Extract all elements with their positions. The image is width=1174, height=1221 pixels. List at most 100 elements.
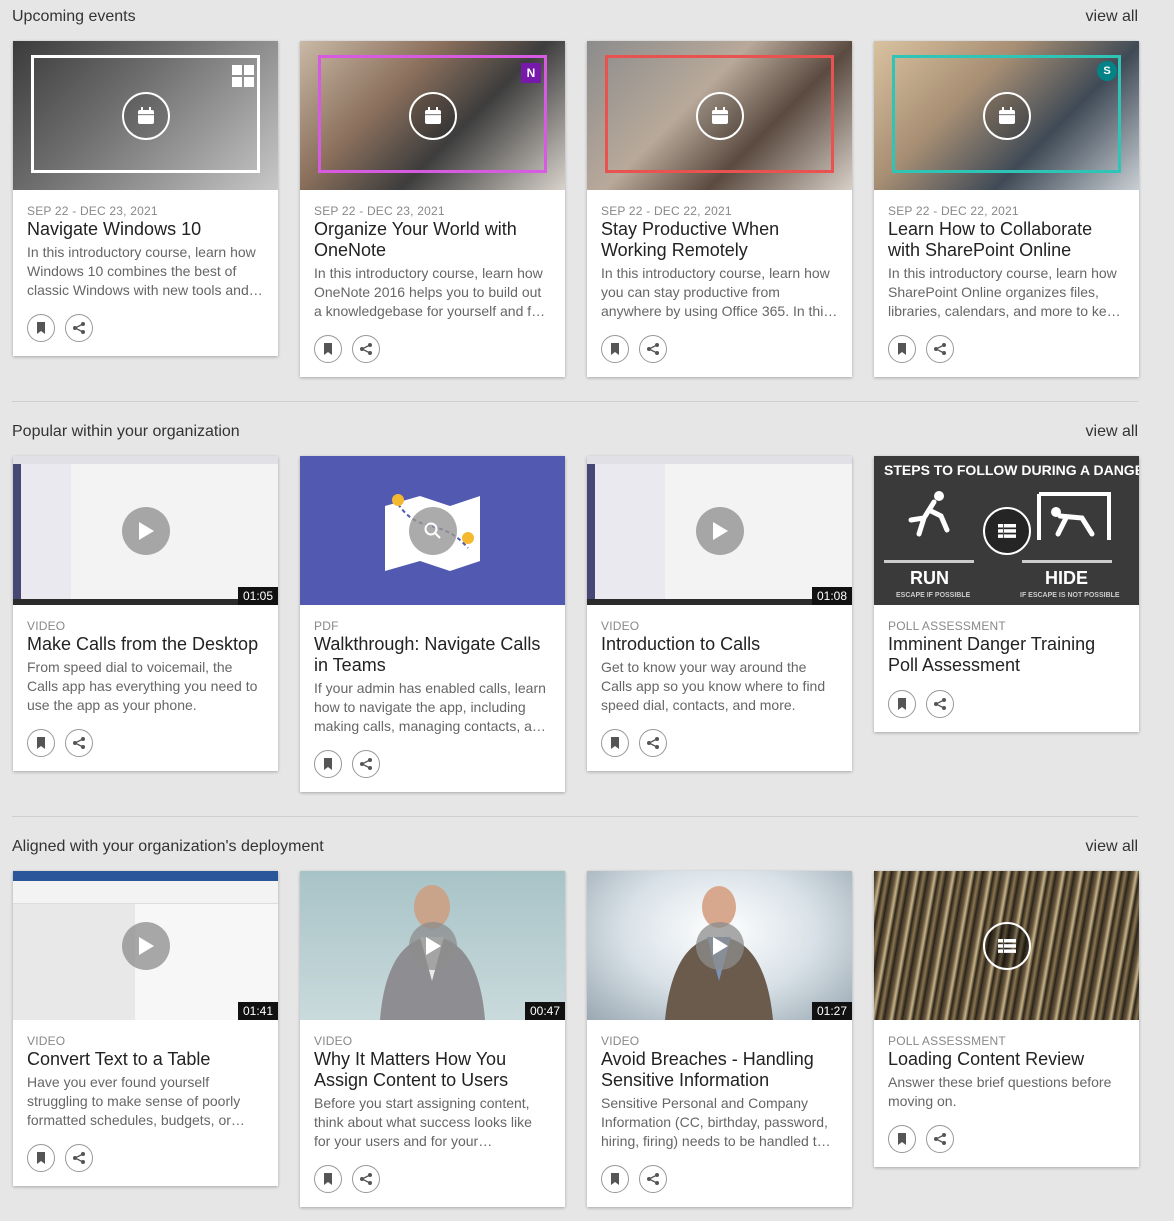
card-title[interactable]: Convert Text to a Table xyxy=(27,1049,264,1070)
card-type: VIDEO xyxy=(27,619,66,633)
card-title[interactable]: Learn How to Collaborate with SharePoint… xyxy=(888,219,1125,261)
word-ribbon xyxy=(13,881,278,904)
card-type: PDF xyxy=(314,619,339,633)
share-icon xyxy=(360,343,372,355)
view-all-link[interactable]: view all xyxy=(1086,423,1138,441)
card-title[interactable]: Navigate Windows 10 xyxy=(27,219,264,240)
card-type: POLL ASSESSMENT xyxy=(888,1034,1006,1048)
event-card[interactable]: SEP 22 - DEC 22, 2021 Stay Productive Wh… xyxy=(587,41,852,377)
card-title[interactable]: Avoid Breaches - Handling Sensitive Info… xyxy=(601,1049,838,1091)
share-button[interactable] xyxy=(352,1165,380,1193)
play-button[interactable] xyxy=(695,506,744,555)
card-title[interactable]: Imminent Danger Training Poll Assessment xyxy=(888,634,1125,676)
section-header: Aligned with your organization's deploym… xyxy=(12,838,1138,858)
word-titlebar xyxy=(13,871,278,881)
poster-heading: STEPS TO FOLLOW DURING A DANGE xyxy=(884,462,1139,478)
share-button[interactable] xyxy=(926,690,954,718)
share-button[interactable] xyxy=(639,335,667,363)
bookmark-button[interactable] xyxy=(888,335,916,363)
bookmark-icon xyxy=(611,737,619,749)
content-card[interactable]: 01:41 VIDEO Convert Text to a Table Have… xyxy=(13,871,278,1186)
content-card[interactable]: PDF Walkthrough: Navigate Calls in Teams… xyxy=(300,456,565,792)
share-icon xyxy=(73,322,85,334)
card-thumbnail[interactable]: 01:08 xyxy=(587,456,852,605)
card-description: Sensitive Personal and Company Informati… xyxy=(601,1095,833,1149)
bookmark-button[interactable] xyxy=(601,1165,629,1193)
card-date: SEP 22 - DEC 22, 2021 xyxy=(601,204,732,218)
bookmark-icon xyxy=(898,343,906,355)
share-button[interactable] xyxy=(352,335,380,363)
card-thumbnail[interactable] xyxy=(13,41,278,190)
card-title[interactable]: Loading Content Review xyxy=(888,1049,1125,1070)
bookmark-button[interactable] xyxy=(314,335,342,363)
event-card[interactable]: S SEP 22 - DEC 22, 2021 Learn How to Col… xyxy=(874,41,1139,377)
share-button[interactable] xyxy=(352,750,380,778)
share-button[interactable] xyxy=(926,1125,954,1153)
card-thumbnail[interactable] xyxy=(300,456,565,605)
share-button[interactable] xyxy=(65,1144,93,1172)
play-button[interactable] xyxy=(695,921,744,970)
card-thumbnail[interactable]: 00:47 xyxy=(300,871,565,1020)
card-title[interactable]: Why It Matters How You Assign Content to… xyxy=(314,1049,551,1091)
content-card[interactable]: STEPS TO FOLLOW DURING A DANGE RUN ESCAP… xyxy=(874,456,1139,732)
hiding-person-icon xyxy=(1037,492,1111,540)
play-button[interactable] xyxy=(121,506,170,555)
card-description: If your admin has enabled calls, learn h… xyxy=(314,680,548,734)
bookmark-button[interactable] xyxy=(888,1125,916,1153)
share-button[interactable] xyxy=(639,729,667,757)
card-title[interactable]: Walkthrough: Navigate Calls in Teams xyxy=(314,634,551,676)
bookmark-button[interactable] xyxy=(601,729,629,757)
poll-list-icon xyxy=(982,921,1031,970)
bookmark-icon xyxy=(37,737,45,749)
bookmark-button[interactable] xyxy=(888,690,916,718)
card-title[interactable]: Make Calls from the Desktop xyxy=(27,634,264,655)
running-person-icon xyxy=(908,491,950,537)
view-all-link[interactable]: view all xyxy=(1086,8,1138,26)
card-title[interactable]: Introduction to Calls xyxy=(601,634,838,655)
bookmark-icon xyxy=(324,1173,332,1185)
bookmark-button[interactable] xyxy=(314,750,342,778)
share-icon xyxy=(934,1133,946,1145)
onenote-logo-icon: N xyxy=(521,63,541,83)
card-thumbnail[interactable] xyxy=(587,41,852,190)
card-title[interactable]: Stay Productive When Working Remotely xyxy=(601,219,838,261)
share-button[interactable] xyxy=(65,314,93,342)
bookmark-button[interactable] xyxy=(27,314,55,342)
bookmark-icon xyxy=(898,1133,906,1145)
card-title[interactable]: Organize Your World with OneNote xyxy=(314,219,551,261)
card-date: SEP 22 - DEC 23, 2021 xyxy=(314,204,445,218)
bookmark-button[interactable] xyxy=(27,729,55,757)
view-all-link[interactable]: view all xyxy=(1086,838,1138,856)
card-thumbnail[interactable]: N xyxy=(300,41,565,190)
share-icon xyxy=(73,737,85,749)
card-thumbnail[interactable]: 01:41 xyxy=(13,871,278,1020)
share-button[interactable] xyxy=(926,335,954,363)
content-card[interactable]: 00:47 VIDEO Why It Matters How You Assig… xyxy=(300,871,565,1207)
content-card[interactable]: 01:27 VIDEO Avoid Breaches - Handling Se… xyxy=(587,871,852,1207)
bookmark-button[interactable] xyxy=(314,1165,342,1193)
windows-logo-icon xyxy=(232,65,254,87)
content-card[interactable]: POLL ASSESSMENT Loading Content Review A… xyxy=(874,871,1139,1167)
bookmark-button[interactable] xyxy=(601,335,629,363)
content-card[interactable]: 01:05 VIDEO Make Calls from the Desktop … xyxy=(13,456,278,771)
play-button[interactable] xyxy=(408,921,457,970)
bookmark-icon xyxy=(611,343,619,355)
share-icon xyxy=(360,758,372,770)
card-type: VIDEO xyxy=(314,1034,353,1048)
bookmark-button[interactable] xyxy=(27,1144,55,1172)
card-thumbnail[interactable] xyxy=(874,871,1139,1020)
card-type: VIDEO xyxy=(601,1034,640,1048)
card-thumbnail[interactable]: 01:27 xyxy=(587,871,852,1020)
share-button[interactable] xyxy=(65,729,93,757)
card-thumbnail[interactable]: 01:05 xyxy=(13,456,278,605)
event-card[interactable]: SEP 22 - DEC 23, 2021 Navigate Windows 1… xyxy=(13,41,278,356)
play-button[interactable] xyxy=(121,921,170,970)
event-card[interactable]: N SEP 22 - DEC 23, 2021 Organize Your Wo… xyxy=(300,41,565,377)
share-button[interactable] xyxy=(639,1165,667,1193)
content-card[interactable]: 01:08 VIDEO Introduction to Calls Get to… xyxy=(587,456,852,771)
play-icon xyxy=(712,521,728,540)
calendar-icon xyxy=(982,91,1031,140)
card-thumbnail[interactable]: S xyxy=(874,41,1139,190)
sharepoint-logo-icon: S xyxy=(1097,61,1117,81)
card-thumbnail[interactable]: STEPS TO FOLLOW DURING A DANGE RUN ESCAP… xyxy=(874,456,1139,605)
